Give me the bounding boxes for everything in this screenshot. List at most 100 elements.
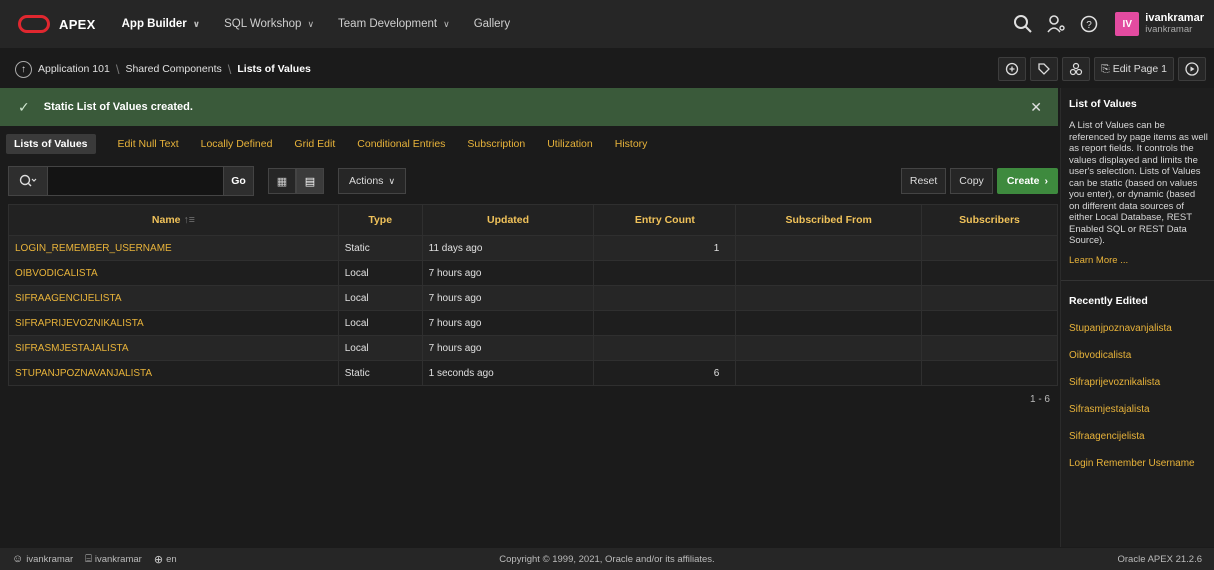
column-header-updated[interactable]: Updated <box>421 204 595 236</box>
search-icon[interactable] <box>1011 12 1035 36</box>
table-row: STUPANJPOZNAVANJALISTA Static 1 seconds … <box>8 360 1058 386</box>
cell-name: SIFRASMJESTAJALISTA <box>8 335 339 361</box>
actions-menu-button[interactable]: Actions ∨ <box>338 168 407 194</box>
tab-edit-null-text[interactable]: Edit Null Text <box>118 138 179 150</box>
column-header-name[interactable]: Name ↑≡ <box>8 204 339 236</box>
copy-button[interactable]: Copy <box>950 168 993 194</box>
shared-components-icon[interactable] <box>1062 57 1091 81</box>
tab-lists-of-values[interactable]: Lists of Values <box>6 134 96 154</box>
header-tools: ? IV ivankramar ivankramar <box>1002 0 1204 48</box>
nav-team-development[interactable]: Team Development ∨ <box>338 18 450 30</box>
cell-subscribed-from <box>735 360 923 386</box>
reset-button[interactable]: Reset <box>900 168 947 194</box>
recent-item[interactable]: Sifraprijevoznikalista <box>1069 377 1214 388</box>
table-row: SIFRASMJESTAJALISTA Local 7 hours ago <box>8 335 1058 361</box>
page-tools: ⎘ Edit Page 1 <box>994 56 1206 82</box>
cell-updated: 7 hours ago <box>421 260 595 286</box>
tab-history[interactable]: History <box>615 138 648 150</box>
create-button[interactable]: Create › <box>996 168 1058 194</box>
user-settings-icon[interactable] <box>1044 12 1068 36</box>
top-header: APEX App Builder ∨ SQL Workshop ∨ Team D… <box>0 0 1214 48</box>
search-column-button[interactable] <box>8 166 48 196</box>
chevron-down-icon: ∨ <box>388 175 396 186</box>
cell-subscribers <box>921 335 1058 361</box>
chevron-down-icon: ∨ <box>443 18 450 29</box>
sidebar-description: A List of Values can be referenced by pa… <box>1069 120 1208 246</box>
recent-item[interactable]: Sifraagencijelista <box>1069 431 1214 442</box>
cell-subscribed-from <box>735 335 923 361</box>
lov-link[interactable]: SIFRASMJESTAJALISTA <box>15 343 129 354</box>
recent-item[interactable]: Login Remember Username <box>1069 458 1214 469</box>
pagination-info: 1 - 6 <box>1029 394 1050 405</box>
recent-item[interactable]: Stupanjpoznavanjalista <box>1069 323 1214 334</box>
tag-icon[interactable] <box>1030 57 1059 81</box>
nav-label: SQL Workshop <box>224 18 302 30</box>
run-page-button[interactable] <box>1178 57 1206 81</box>
tab-conditional-entries[interactable]: Conditional Entries <box>357 138 445 150</box>
icon-view-icon[interactable]: ▦ <box>268 168 296 194</box>
recent-item[interactable]: Oibvodicalista <box>1069 350 1214 361</box>
breadcrumb-item[interactable]: Application 101 <box>38 63 110 75</box>
tab-subscription[interactable]: Subscription <box>467 138 525 150</box>
table-row: OIBVODICALISTA Local 7 hours ago <box>8 260 1058 286</box>
cell-subscribed-from <box>735 260 923 286</box>
cell-subscribed-from <box>735 310 923 336</box>
column-header-subscribers[interactable]: Subscribers <box>921 204 1058 236</box>
report-view-icon[interactable]: ▤ <box>296 168 324 194</box>
breadcrumb-item[interactable]: Shared Components <box>125 63 221 75</box>
learn-more-link[interactable]: Learn More ... <box>1069 255 1214 266</box>
create-label: Create <box>1006 175 1040 187</box>
lov-link[interactable]: OIBVODICALISTA <box>15 268 98 279</box>
breadcrumb: ↑ Application 101 \ Shared Components \ … <box>0 56 1214 82</box>
go-button[interactable]: Go <box>224 166 254 196</box>
help-icon[interactable]: ? <box>1077 12 1101 36</box>
cell-entry-count: 6 <box>593 360 737 386</box>
up-arrow-icon[interactable]: ↑ <box>15 60 32 78</box>
feedback-icon[interactable] <box>998 57 1027 81</box>
search-input[interactable] <box>48 166 224 196</box>
cell-subscribed-from <box>735 235 923 261</box>
success-banner: ✓ Static List of Values created. ✕ <box>0 88 1058 126</box>
report-region: Name ↑≡ Type Updated Entry Count Subscri… <box>8 204 1058 386</box>
cell-updated: 7 hours ago <box>421 335 595 361</box>
cell-name: OIBVODICALISTA <box>8 260 339 286</box>
tab-utilization[interactable]: Utilization <box>547 138 593 150</box>
cell-type: Local <box>337 260 423 286</box>
lov-link[interactable]: SIFRAPRIJEVOZNIKALISTA <box>15 318 144 329</box>
oracle-logo-icon <box>18 15 50 33</box>
apex-logo[interactable]: APEX <box>18 15 96 33</box>
user-menu[interactable]: ivankramar ivankramar <box>1145 13 1204 36</box>
nav-app-builder[interactable]: App Builder ∨ <box>122 18 200 30</box>
tab-locally-defined[interactable]: Locally Defined <box>201 138 273 150</box>
copyright-text: Copyright © 1999, 2021, Oracle and/or it… <box>499 554 715 565</box>
lov-link[interactable]: LOGIN_REMEMBER_USERNAME <box>15 243 172 254</box>
svg-text:?: ? <box>1087 20 1093 31</box>
cell-subscribers <box>921 310 1058 336</box>
close-icon[interactable]: ✕ <box>1030 99 1042 116</box>
lov-link[interactable]: SIFRAAGENCIJELISTA <box>15 293 122 304</box>
column-header-subscribed-from[interactable]: Subscribed From <box>735 204 923 236</box>
sidebar-title: List of Values <box>1069 98 1137 110</box>
column-header-entry-count[interactable]: Entry Count <box>593 204 737 236</box>
version-text: Oracle APEX 21.2.6 <box>1117 554 1203 565</box>
nav-sql-workshop[interactable]: SQL Workshop ∨ <box>224 18 314 30</box>
lov-link[interactable]: STUPANJPOZNAVANJALISTA <box>15 368 152 379</box>
cell-type: Local <box>337 310 423 336</box>
recent-item[interactable]: Sifrasmjestajalista <box>1069 404 1214 415</box>
nav-label: Gallery <box>473 18 511 30</box>
avatar[interactable]: IV <box>1115 12 1140 36</box>
cell-entry-count: 1 <box>593 235 737 261</box>
breadcrumb-separator: \ <box>115 61 120 77</box>
nav-label: Team Development <box>338 18 438 30</box>
lov-table: Name ↑≡ Type Updated Entry Count Subscri… <box>8 204 1058 386</box>
breadcrumb-separator: \ <box>227 61 232 77</box>
nav-gallery[interactable]: Gallery <box>474 18 510 30</box>
cell-updated: 11 days ago <box>421 235 595 261</box>
chevron-down-icon: ∨ <box>192 18 201 29</box>
cell-name: LOGIN_REMEMBER_USERNAME <box>8 235 339 261</box>
cell-updated: 1 seconds ago <box>421 360 595 386</box>
edit-page-button[interactable]: ⎘ Edit Page 1 <box>1094 57 1174 81</box>
tab-grid-edit[interactable]: Grid Edit <box>294 138 335 150</box>
column-header-type[interactable]: Type <box>337 204 423 236</box>
table-header: Name ↑≡ Type Updated Entry Count Subscri… <box>8 204 1058 236</box>
